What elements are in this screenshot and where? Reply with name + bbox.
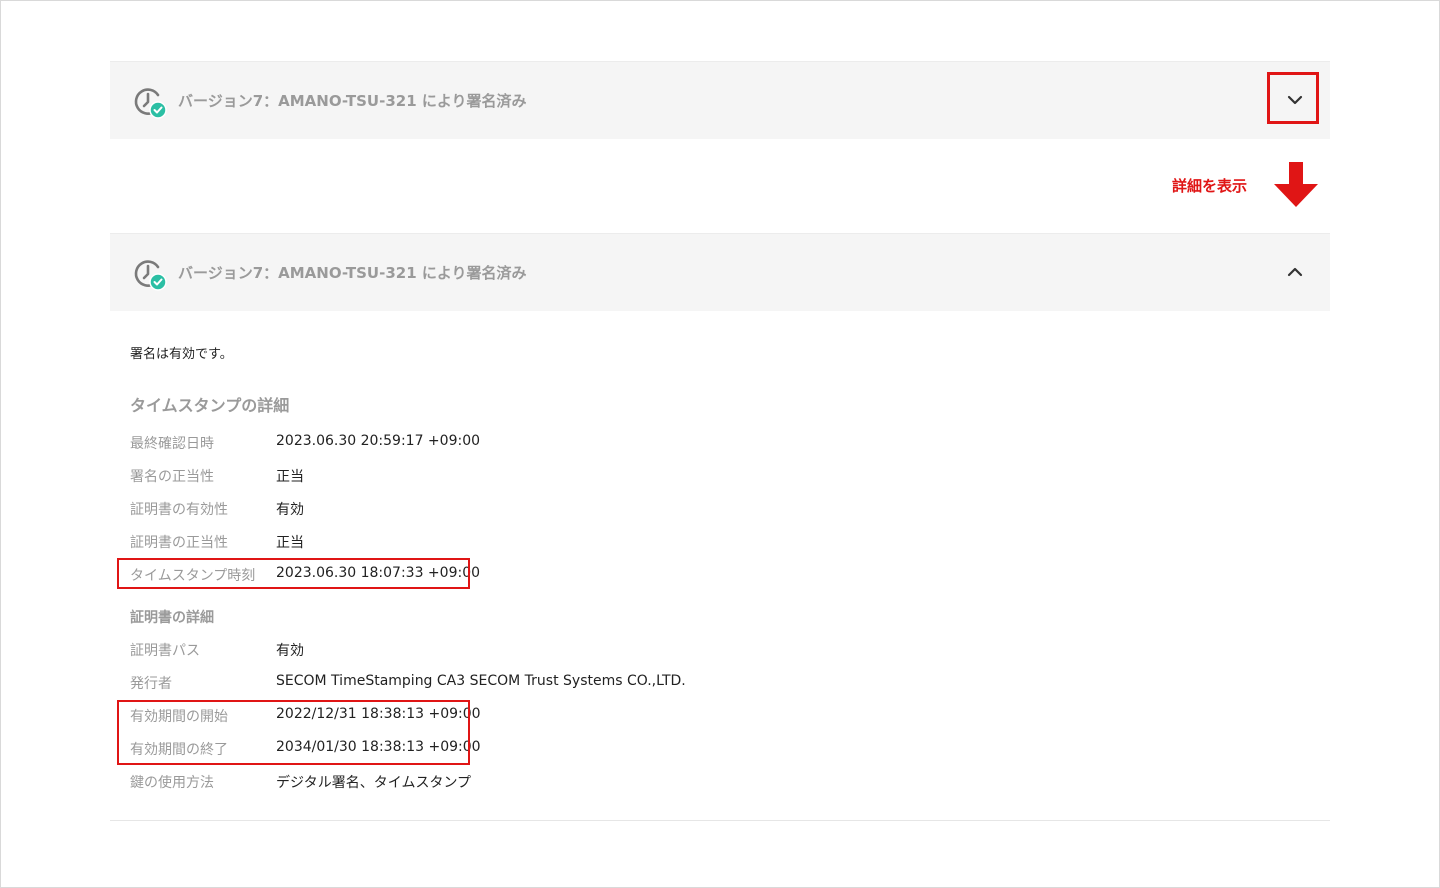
arrow-down-icon: [1274, 162, 1318, 207]
detail-value: 有効: [276, 502, 304, 518]
highlight-timestamp-time: [117, 558, 470, 589]
highlight-validity-period: [117, 700, 470, 765]
signature-title: バージョン7：AMANO-TSU-321 により署名済み: [178, 92, 527, 110]
timestamp-details-heading: タイムスタンプの詳細: [130, 396, 290, 415]
highlight-expand-button: [1267, 72, 1319, 124]
chevron-up-icon: [1287, 267, 1303, 277]
detail-value: 正当: [276, 535, 304, 551]
signature-panel-collapsed[interactable]: バージョン7：AMANO-TSU-321 により署名済み: [110, 61, 1330, 139]
clock-check-icon: [134, 260, 167, 291]
detail-value: 2023.06.30 20:59:17 +09:00: [276, 433, 481, 449]
certificate-details-heading: 証明書の詳細: [130, 610, 214, 626]
detail-label: 証明書の正当性: [130, 535, 228, 551]
detail-value: SECOM TimeStamping CA3 SECOM Trust Syste…: [276, 673, 686, 689]
signature-status: 署名は有効です。: [130, 347, 233, 362]
collapse-button[interactable]: [1280, 257, 1310, 287]
detail-value: 正当: [276, 469, 304, 485]
annotation-label: 詳細を表示: [1172, 177, 1248, 195]
detail-label: 鍵の使用方法: [130, 775, 214, 791]
detail-label: 署名の正当性: [130, 469, 214, 485]
detail-value: 有効: [276, 643, 304, 659]
detail-label: 証明書パス: [130, 643, 200, 659]
signature-title: バージョン7：AMANO-TSU-321 により署名済み: [178, 264, 527, 282]
detail-label: 証明書の有効性: [130, 502, 228, 518]
divider: [110, 820, 1330, 821]
detail-label: 最終確認日時: [130, 436, 214, 452]
detail-label: 発行者: [130, 676, 172, 692]
detail-value: デジタル署名、タイムスタンプ: [276, 775, 472, 791]
signature-panel-expanded[interactable]: バージョン7：AMANO-TSU-321 により署名済み: [110, 233, 1330, 311]
clock-check-icon: [134, 88, 167, 119]
